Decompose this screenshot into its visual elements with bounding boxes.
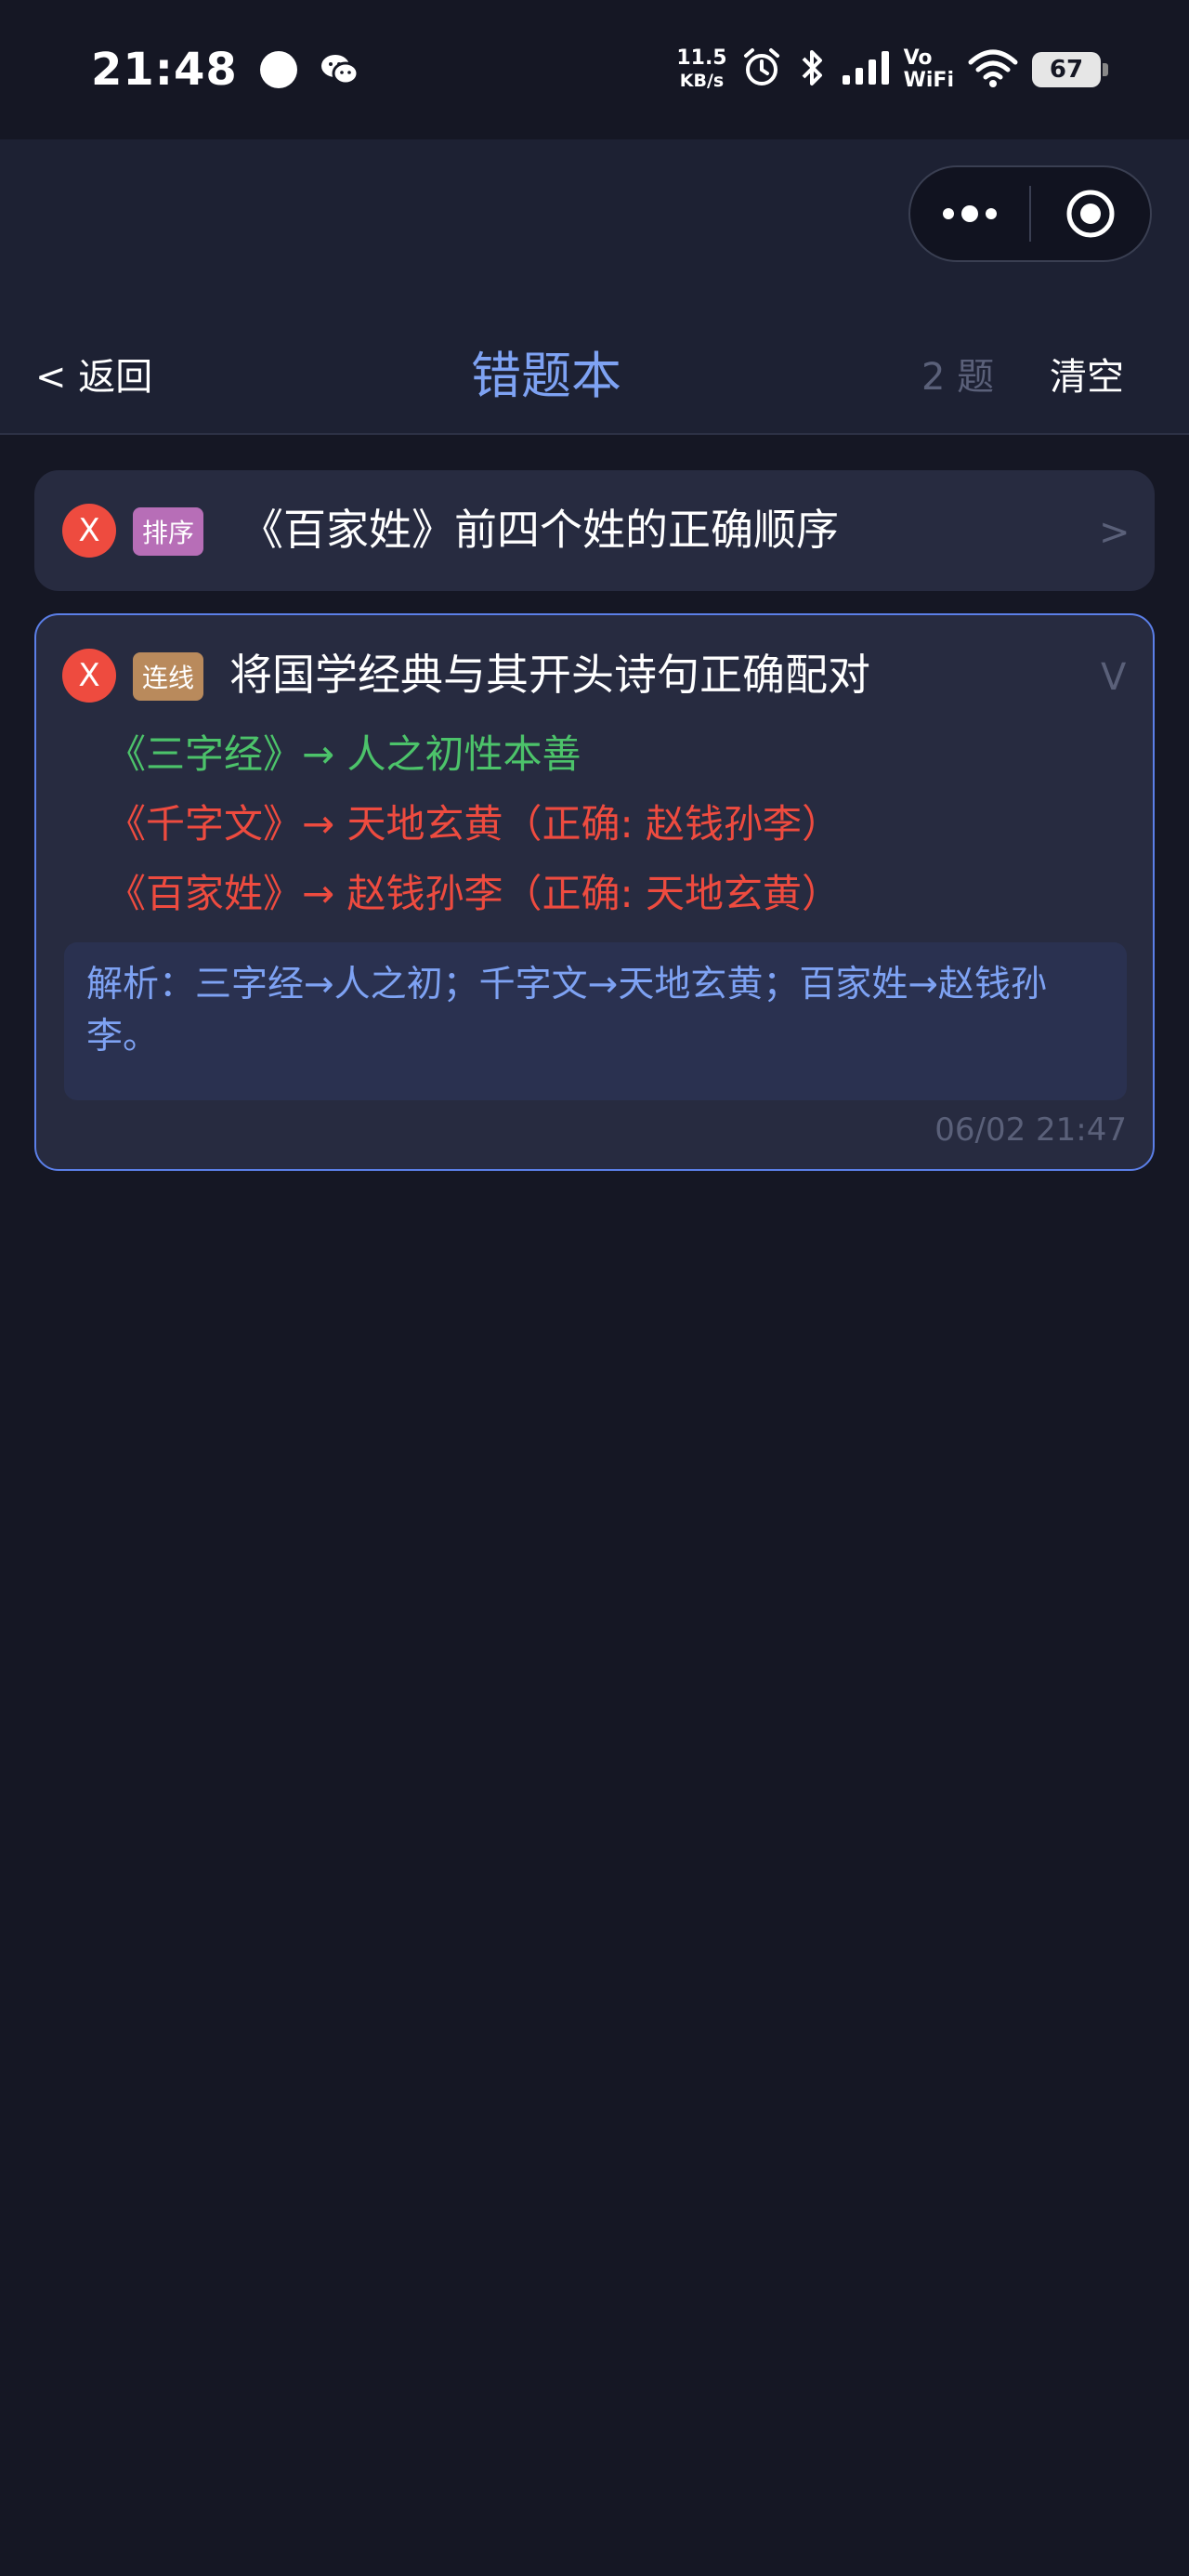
wrong-question-card-expanded[interactable]: X 连线 将国学经典与其开头诗句正确配对 V 《三字经》→ 人之初性本善 《千字… — [34, 613, 1155, 1171]
clock: 21:48 — [91, 44, 238, 96]
alarm-icon — [740, 46, 783, 93]
vowifi-indicator: Vo WiFi — [903, 46, 954, 92]
question-count: 2 题 — [921, 356, 995, 399]
circle-dot-icon — [259, 51, 297, 88]
answer-pair-correct: 《三字经》→ 人之初性本善 — [107, 731, 581, 777]
explanation-box: 解析：三字经→人之初；千字文→天地玄黄；百家姓→赵钱孙李。 — [64, 942, 1127, 1100]
wrong-question-card[interactable]: X 排序 《百家姓》前四个姓的正确顺序 > — [34, 470, 1155, 591]
signal-icon — [841, 49, 891, 90]
status-bar: 21:48 11.5 KB/s Vo WiFi 67 — [0, 0, 1189, 139]
answer-pair-wrong: 《百家姓》→ 赵钱孙李（正确: 天地玄黄） — [107, 871, 842, 916]
clear-button[interactable]: 清空 — [1050, 349, 1124, 405]
answer-pair-wrong: 《千字文》→ 天地玄黄（正确: 赵钱孙李） — [107, 801, 842, 847]
wifi-icon — [967, 47, 1019, 92]
chevron-down-icon[interactable]: V — [1101, 654, 1126, 701]
mini-program-capsule — [908, 165, 1152, 262]
question-type-tag: 排序 — [133, 507, 204, 556]
wrong-mark-icon: X — [62, 504, 116, 558]
timestamp: 06/02 21:47 — [934, 1111, 1127, 1149]
net-speed: 11.5 KB/s — [676, 46, 727, 92]
more-dots-icon[interactable] — [910, 167, 1029, 260]
status-left: 21:48 — [91, 44, 360, 96]
wrong-mark-icon: X — [62, 649, 116, 703]
target-icon[interactable] — [1031, 167, 1150, 260]
question-type-tag: 连线 — [133, 652, 204, 701]
header-area: < 返回 错题本 2 题 清空 — [0, 139, 1189, 435]
question-title: 《百家姓》前四个姓的正确顺序 — [241, 505, 839, 555]
wechat-icon — [320, 51, 360, 88]
question-title: 将国学经典与其开头诗句正确配对 — [229, 650, 870, 700]
battery-icon: 67 — [1032, 52, 1108, 87]
chevron-right-icon[interactable]: > — [1099, 509, 1130, 556]
status-right: 11.5 KB/s Vo WiFi 67 — [676, 46, 1108, 93]
bluetooth-icon — [796, 46, 828, 93]
